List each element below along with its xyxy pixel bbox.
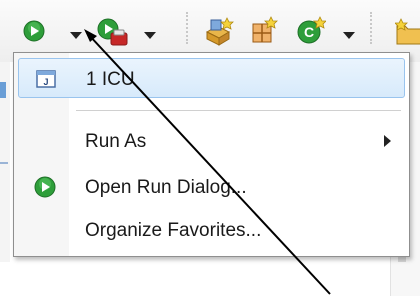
run-button[interactable] — [23, 20, 45, 42]
new-class-icon — [252, 16, 278, 43]
toolbar-separator — [186, 12, 188, 44]
external-tools-button[interactable] — [97, 18, 131, 48]
menu-separator — [76, 110, 401, 111]
left-panel-marker-line — [0, 162, 8, 164]
external-tools-icon — [97, 18, 128, 46]
run-icon — [34, 176, 56, 198]
chevron-down-icon — [343, 32, 355, 39]
menu-item-label: Run As — [85, 131, 147, 152]
chevron-down-icon — [70, 32, 82, 39]
java-file-icon: J — [35, 68, 57, 90]
submenu-arrow-icon — [384, 135, 391, 147]
svg-text:J: J — [43, 77, 48, 87]
svg-text:C: C — [304, 24, 314, 40]
menu-item-label: Open Run Dialog... — [85, 177, 247, 198]
menu-item-label: 1 ICU — [86, 69, 135, 90]
menu-item-organize-favorites[interactable]: Organize Favorites... — [18, 210, 405, 250]
chevron-down-icon — [144, 32, 156, 39]
folder-icon — [394, 18, 420, 45]
menu-item-recent-launch[interactable]: J 1 ICU — [18, 58, 405, 98]
new-class-button[interactable] — [249, 16, 279, 46]
open-folder-button[interactable] — [394, 16, 420, 46]
new-java-class-dropdown-button[interactable] — [343, 27, 355, 39]
new-package-button[interactable] — [203, 16, 235, 46]
run-dropdown-button[interactable] — [70, 27, 82, 39]
menu-item-open-run-dialog[interactable]: Open Run Dialog... — [18, 167, 405, 207]
external-tools-dropdown-button[interactable] — [144, 27, 156, 39]
run-icon — [23, 20, 45, 42]
new-java-class-icon: C — [297, 16, 327, 44]
run-dropdown-menu: J 1 ICU Run As Open Run Dialog... Organi… — [13, 52, 410, 257]
new-java-class-button[interactable]: C — [296, 16, 327, 46]
toolbar-separator — [370, 12, 372, 44]
left-panel-marker — [0, 82, 6, 98]
new-package-icon — [205, 17, 234, 46]
menu-item-run-as[interactable]: Run As — [18, 121, 405, 161]
left-panel-edge — [0, 62, 10, 262]
menu-item-label: Organize Favorites... — [85, 220, 262, 241]
